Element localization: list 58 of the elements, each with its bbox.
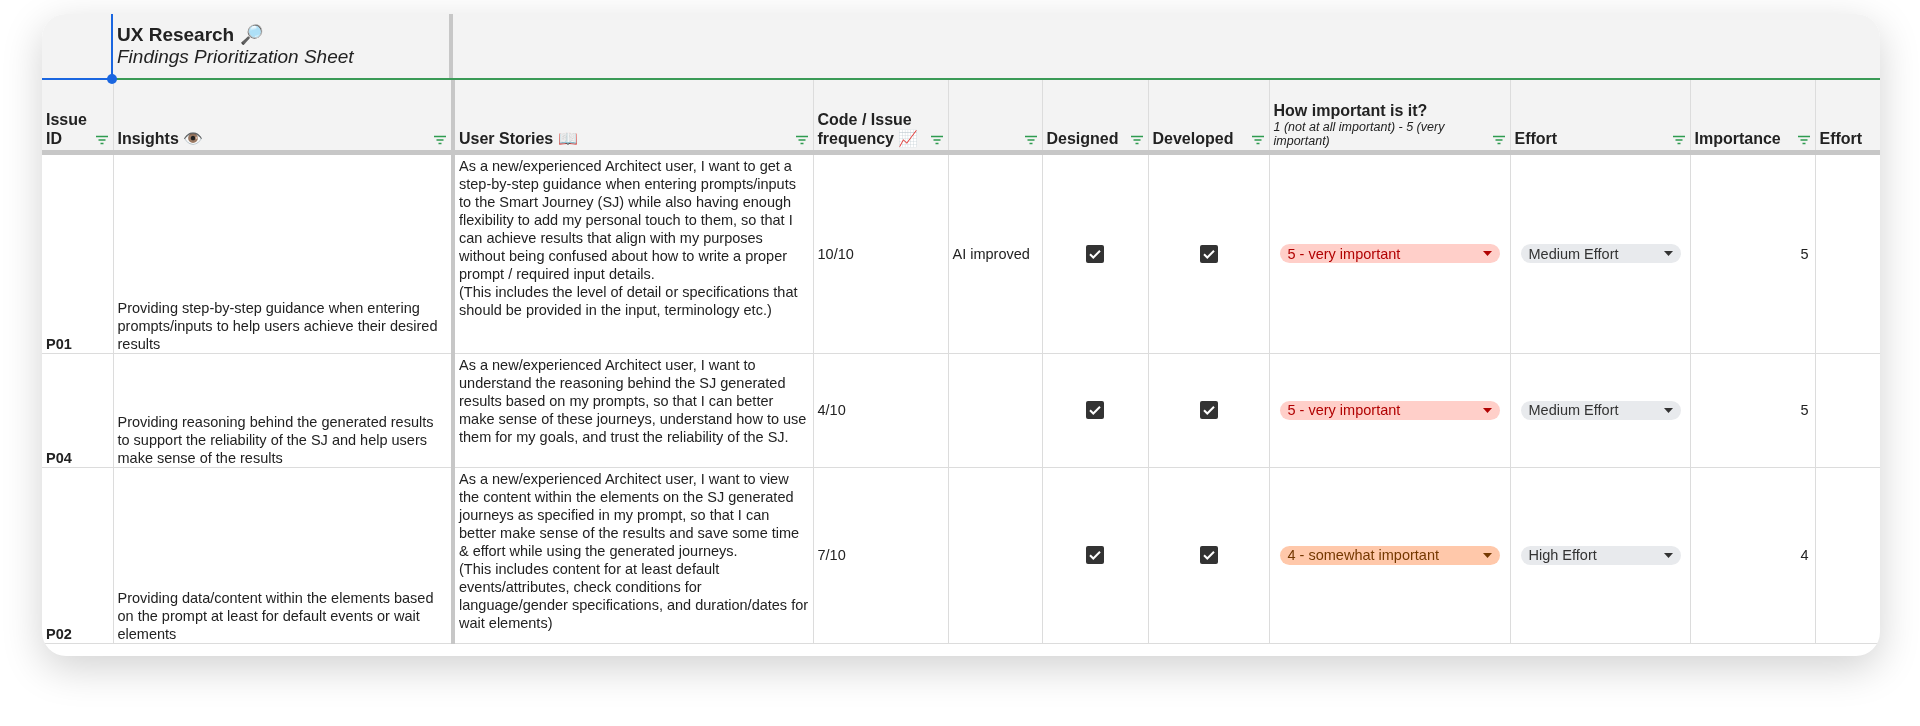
checkbox[interactable]: [1199, 401, 1218, 419]
frequency-cell: 4/10: [817, 402, 846, 418]
user-story-text: As a new/experienced Architect user, I want to view the content within the elements on the SJ generated journeys as specified in my prompt, so that I can better make sense of the results and save some time & effort while using the generated journeys. (This includes content for at least default events/attributes, check conditions for language/gender specifications, and duration/dates for wait elements): [459, 469, 809, 632]
column-header: Effort: [1819, 128, 1863, 148]
frequency-cell: 10/10: [817, 245, 854, 262]
user-story-text: As a new/experienced Architect user, I want to get a step-by-step guidance when entering prompts/inputs to the Smart Journey (SJ) while also having enough flexibility to add my personal touch to them, so that I can achieve results that align with my purposes without being confused about how to write a proper prompt / required input details. (This includes the level of detail or specifications that should be provided in the input, terminology etc.): [459, 156, 799, 319]
effort-dropdown[interactable]: Medium Effort: [1520, 244, 1681, 263]
effort-dropdown[interactable]: Medium Effort: [1520, 400, 1681, 420]
checkbox[interactable]: [1086, 401, 1104, 419]
column-header: Insights 👁: [117, 128, 204, 148]
selection-handle[interactable]: [107, 74, 117, 84]
filter-icon[interactable]: [1796, 134, 1811, 145]
user-story-text: As a new/experienced Architect user, I want to understand the reasoning behind the SJ generated results based on my prompts, so that I can better make sense of these journeys, understand how to use them for my goals, and trust the reliability of the SJ.: [459, 355, 808, 446]
caret-icon: [1663, 407, 1673, 413]
filter-icon[interactable]: [1491, 134, 1506, 145]
importance-dropdown[interactable]: 5 - very important: [1279, 400, 1500, 420]
column-header: Code / Issue frequency 📈: [817, 109, 920, 148]
issue-id: P04: [46, 449, 72, 466]
column-header: How important is it?: [1273, 100, 1429, 120]
caret-icon: [1482, 407, 1492, 413]
caret-icon: [1663, 251, 1673, 256]
caret-icon: [1663, 552, 1673, 558]
sheet-subtitle: Findings Prioritization Sheet: [117, 46, 355, 68]
filter-icon[interactable]: [929, 134, 944, 145]
column-header: Issue ID: [46, 109, 88, 148]
column-header: Effort: [1514, 128, 1558, 148]
frequency-cell: 7/10: [817, 547, 846, 563]
importance-score: 5: [1800, 402, 1809, 418]
column-header: Importance: [1694, 128, 1781, 148]
filter-icon[interactable]: [94, 134, 109, 145]
insight-text: Providing data/content within the elements based on the prompt at least for default events or wait elements: [117, 588, 435, 643]
importance-dropdown[interactable]: 5 - very important: [1279, 244, 1500, 263]
filter-icon[interactable]: [1023, 134, 1038, 145]
filter-icon[interactable]: [1129, 134, 1144, 145]
caret-icon: [1482, 552, 1492, 558]
issue-id: P01: [46, 335, 72, 352]
filter-icon[interactable]: [794, 134, 809, 145]
column-header: Developed: [1152, 128, 1234, 148]
checkbox[interactable]: [1086, 244, 1104, 263]
column-header: User Stories 📖: [459, 128, 578, 148]
checkbox[interactable]: [1199, 546, 1218, 564]
insight-text: Providing step-by-step guidance when entering prompts/inputs to help users achieve their desired results: [117, 298, 439, 353]
effort-dropdown[interactable]: High Effort: [1520, 545, 1681, 565]
checkbox[interactable]: [1199, 244, 1218, 263]
insight-text: Providing reasoning behind the generated results to support the reliability of the SJ and help users make sense of the results: [117, 412, 435, 467]
importance-score: 4: [1800, 547, 1809, 563]
sheet-title: UX Research 🔎: [117, 24, 265, 46]
importance-score: 5: [1800, 245, 1809, 262]
filter-icon[interactable]: [1250, 134, 1265, 145]
table-cell: AI improved: [952, 245, 1030, 262]
issue-id: P02: [46, 625, 72, 642]
column-header: Designed: [1046, 128, 1119, 148]
importance-dropdown[interactable]: 4 - somewhat important: [1279, 545, 1500, 565]
filter-icon[interactable]: [433, 134, 447, 145]
column-note: 1 (not at all important) - 5 (very important): [1273, 119, 1446, 148]
checkbox[interactable]: [1086, 546, 1104, 564]
filter-icon[interactable]: [1671, 134, 1686, 145]
caret-icon: [1482, 251, 1492, 256]
